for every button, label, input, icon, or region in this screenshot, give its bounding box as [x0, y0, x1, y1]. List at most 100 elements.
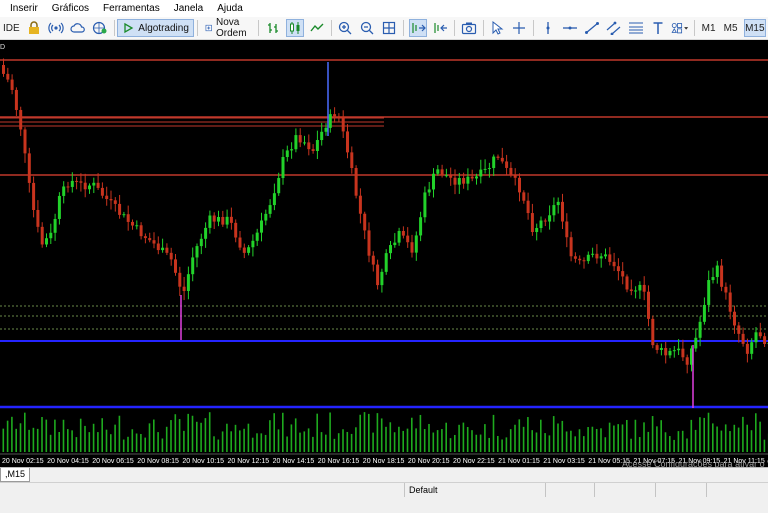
volume-bar [58, 432, 60, 452]
tile-windows-icon[interactable] [380, 19, 398, 37]
candle-body [165, 248, 168, 253]
time-axis-label: 20 Nov 14:15 [273, 458, 315, 465]
candle-body [191, 257, 194, 274]
signal-icon[interactable] [47, 19, 65, 37]
vps-globe-icon[interactable] [91, 19, 109, 37]
menu-janela[interactable]: Janela [167, 0, 210, 17]
candle-body [88, 186, 91, 190]
candle-body [587, 255, 590, 261]
cloud-icon[interactable] [69, 19, 87, 37]
text-tool-icon[interactable] [649, 19, 667, 37]
zoom-in-icon[interactable] [336, 19, 354, 37]
candle-body [19, 110, 22, 129]
trendline-icon[interactable] [583, 19, 601, 37]
shapes-dropdown-icon[interactable] [671, 19, 689, 37]
crosshair-icon[interactable] [510, 19, 528, 37]
symbol-label-fragment: D [0, 44, 5, 51]
zoom-out-icon[interactable] [358, 19, 376, 37]
volume-bar [609, 423, 611, 452]
candle-body [681, 349, 684, 358]
volume-bar [71, 430, 73, 452]
volume-bar [252, 438, 254, 452]
volume-bar [218, 440, 220, 452]
candle-body [329, 114, 332, 128]
cursor-arrow-icon[interactable] [488, 19, 506, 37]
chart-shift-icon[interactable] [431, 19, 449, 37]
candle-body [58, 196, 61, 219]
volume-bar [660, 420, 662, 452]
candle-body [105, 196, 108, 199]
volume-bar [411, 418, 413, 452]
candle-body [157, 244, 160, 251]
volume-bar [50, 435, 52, 452]
menu-ajuda[interactable]: Ajuda [210, 0, 250, 17]
candle-body [294, 135, 297, 149]
channel-icon[interactable] [605, 19, 623, 37]
candle-body [234, 223, 237, 238]
lock-icon[interactable] [25, 19, 43, 37]
status-profile[interactable]: Default [404, 483, 549, 497]
vertical-line-icon[interactable] [539, 19, 557, 37]
volume-bar [209, 412, 211, 452]
volume-bar [205, 418, 207, 452]
new-order-button[interactable]: Nova Ordem [201, 19, 256, 37]
volume-bar [617, 424, 619, 452]
candle-body [703, 305, 706, 322]
timeframe-m1-button[interactable]: M1 [700, 19, 718, 37]
time-axis-label: 20 Nov 04:15 [47, 458, 89, 465]
timeframe-m15-button[interactable]: M15 [744, 19, 766, 37]
volume-bar [587, 427, 589, 452]
candle-body [651, 319, 654, 345]
chart-tab-m15[interactable]: ,M15 [0, 468, 30, 482]
candle-body [200, 239, 203, 246]
candle-body [441, 169, 444, 175]
volume-bar [127, 437, 129, 452]
candle-body [45, 238, 48, 244]
candle-body [677, 349, 680, 351]
volume-bar [243, 429, 245, 452]
screenshot-camera-icon[interactable] [460, 19, 478, 37]
price-chart[interactable]: 20 Nov 02:1520 Nov 04:1520 Nov 06:1520 N… [0, 40, 768, 467]
candlestick-chart[interactable]: 20 Nov 02:1520 Nov 04:1520 Nov 06:1520 N… [0, 40, 768, 467]
candle-body [84, 183, 87, 190]
candle-body [660, 348, 663, 350]
volume-bar [755, 413, 757, 452]
fibonacci-icon[interactable] [627, 19, 645, 37]
candle-body [247, 247, 250, 253]
horizontal-line-icon[interactable] [561, 19, 579, 37]
candle-body [686, 357, 689, 364]
volume-bar [321, 432, 323, 452]
volume-bar [299, 433, 301, 452]
volume-bar [553, 416, 555, 452]
volume-bar [600, 428, 602, 452]
candlestick-icon[interactable] [286, 19, 304, 37]
volume-bar [101, 418, 103, 452]
volume-bar [226, 424, 228, 452]
candle-body [54, 219, 57, 233]
candle-body [79, 181, 82, 182]
volume-bar [669, 436, 671, 452]
menu-inserir[interactable]: Inserir [0, 0, 45, 17]
ide-button[interactable]: IDE [2, 19, 21, 37]
new-order-icon [205, 22, 212, 34]
volume-bar [325, 435, 327, 452]
volume-bar [570, 431, 572, 452]
menu-bar: Inserir Gráficos Ferramentas Janela Ajud… [0, 0, 768, 17]
menu-ferramentas[interactable]: Ferramentas [96, 0, 167, 17]
line-chart-icon[interactable] [308, 19, 326, 37]
volume-bar [355, 427, 357, 452]
volume-bar [751, 430, 753, 452]
bar-chart-icon[interactable] [264, 19, 282, 37]
candle-body [647, 292, 650, 319]
status-cell [545, 483, 598, 497]
menu-graficos[interactable]: Gráficos [45, 0, 96, 17]
volume-bar [368, 414, 370, 452]
volume-bar [566, 431, 568, 452]
algotrading-button[interactable]: Algotrading [117, 19, 194, 37]
volume-bar [351, 434, 353, 452]
candle-body [449, 175, 452, 178]
candle-body [501, 158, 504, 162]
auto-scroll-icon[interactable] [409, 19, 427, 37]
timeframe-m5-button[interactable]: M5 [722, 19, 740, 37]
candle-body [114, 200, 117, 204]
